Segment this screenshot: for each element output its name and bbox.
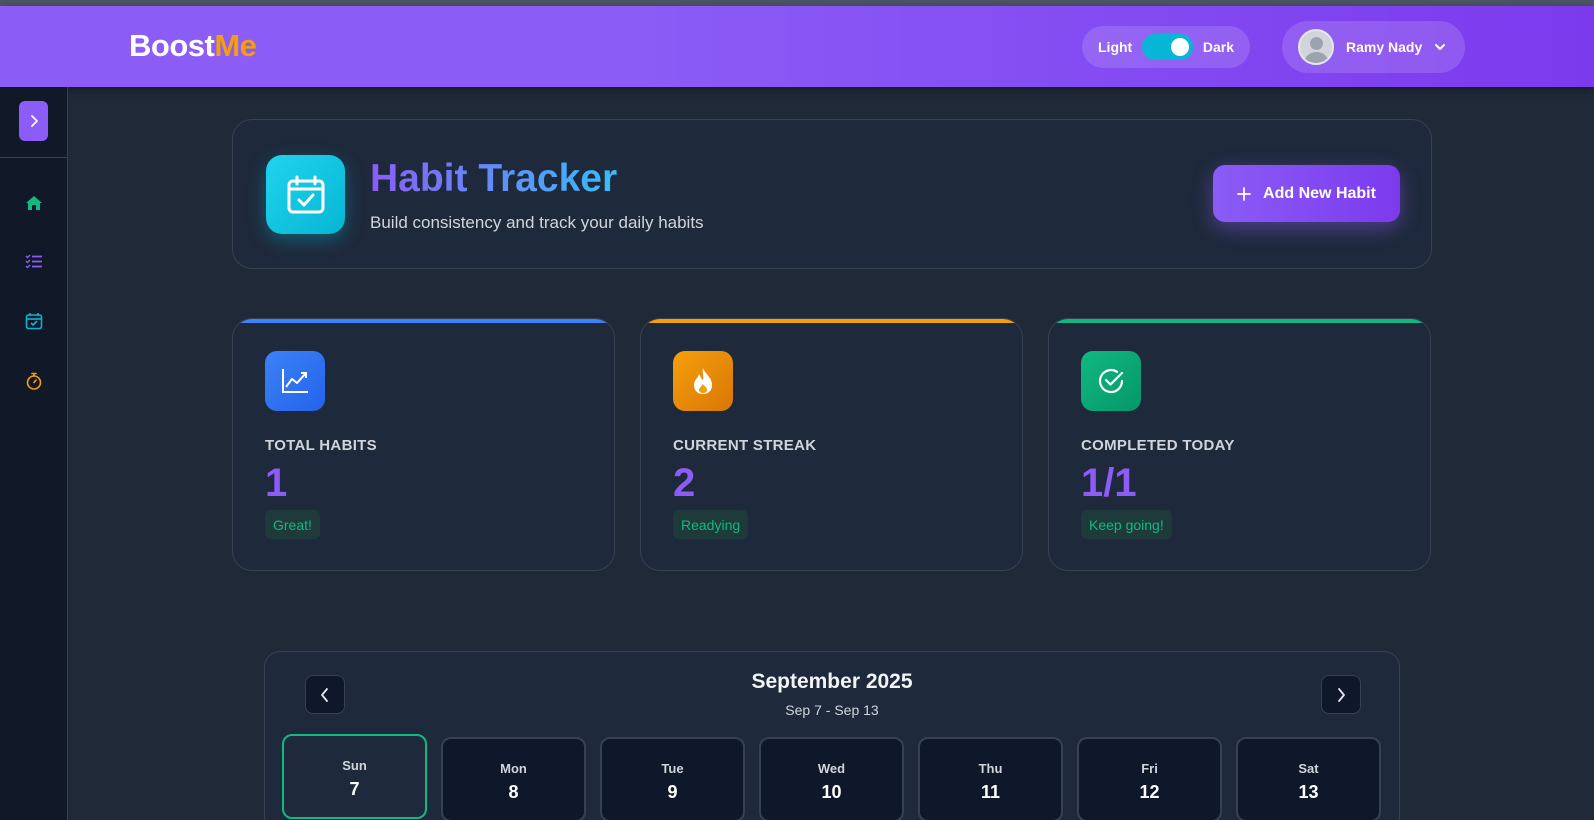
stat-card-current-streak: CURRENT STREAK 2 Readying	[640, 318, 1023, 571]
week-range: Sep 7 - Sep 13	[785, 702, 879, 718]
plus-icon	[1237, 186, 1251, 201]
stat-card-total-habits: TOTAL HABITS 1 Great!	[232, 318, 615, 571]
day-cell-wed[interactable]: Wed 10	[759, 737, 904, 820]
add-new-habit-label: Add New Habit	[1263, 184, 1376, 202]
stat-value: 1/1	[1081, 461, 1137, 505]
next-week-button[interactable]	[1321, 675, 1361, 714]
checklist-icon	[25, 254, 42, 269]
sidebar-item-home[interactable]	[24, 193, 44, 213]
day-cell-mon[interactable]: Mon 8	[441, 737, 586, 820]
sidebar	[0, 87, 68, 820]
day-name: Fri	[1141, 761, 1158, 776]
day-cell-thu[interactable]: Thu 11	[918, 737, 1063, 820]
day-number: 7	[349, 779, 360, 799]
add-new-habit-button[interactable]: Add New Habit	[1213, 165, 1400, 222]
chevron-right-icon	[1338, 687, 1345, 702]
day-number: 10	[821, 782, 842, 802]
habit-tracker-header-card: Habit Tracker Build consistency and trac…	[232, 119, 1432, 269]
status-badge: Readying	[673, 510, 749, 539]
stat-card-completed-today: COMPLETED TODAY 1/1 Keep going!	[1048, 318, 1431, 571]
theme-dark-label: Dark	[1202, 39, 1234, 55]
logo-main: Boost	[129, 28, 215, 63]
stopwatch-icon	[26, 372, 42, 390]
month-title: September 2025	[751, 670, 913, 693]
day-number: 11	[980, 782, 1001, 802]
day-cell-fri[interactable]: Fri 12	[1077, 737, 1222, 820]
stat-accent-bar	[641, 319, 1022, 323]
sidebar-divider	[0, 157, 68, 158]
stat-label: COMPLETED TODAY	[1081, 437, 1235, 454]
trending-chart-icon	[265, 351, 325, 411]
day-name: Wed	[817, 761, 846, 776]
avatar	[1298, 29, 1334, 65]
home-icon	[26, 196, 42, 210]
theme-light-label: Light	[1098, 39, 1133, 55]
stat-accent-bar	[1049, 319, 1430, 323]
top-header: BoostMe Light Dark Ramy Nady	[0, 6, 1594, 87]
day-number: 9	[667, 782, 678, 802]
day-cell-sun[interactable]: Sun 7	[282, 734, 427, 819]
app-logo[interactable]: BoostMe	[129, 28, 257, 64]
week-calendar: September 2025 Sep 7 - Sep 13 Sun 7 Mon …	[264, 651, 1400, 820]
sidebar-item-habits[interactable]	[24, 251, 44, 271]
theme-toggle[interactable]	[1142, 34, 1193, 60]
stat-value: 2	[673, 461, 696, 505]
stat-accent-bar	[233, 319, 614, 323]
day-number: 13	[1298, 782, 1319, 802]
day-name: Sun	[342, 758, 367, 773]
check-circle-icon	[1081, 351, 1141, 411]
day-name: Thu	[978, 761, 1003, 776]
status-badge: Keep going!	[1081, 510, 1172, 539]
chevron-right-icon	[30, 115, 38, 127]
chevron-down-icon	[1435, 44, 1446, 50]
day-number: 12	[1139, 782, 1160, 802]
stat-value: 1	[265, 461, 288, 505]
status-badge: Great!	[265, 510, 320, 539]
day-name: Sat	[1298, 761, 1319, 776]
sidebar-expand-button[interactable]	[19, 101, 48, 141]
toggle-knob	[1170, 38, 1189, 56]
page-title: Habit Tracker	[370, 157, 618, 200]
logo-accent: Me	[214, 28, 257, 63]
stat-label: TOTAL HABITS	[265, 437, 377, 454]
calendar-check-icon	[25, 313, 43, 330]
day-name: Tue	[661, 761, 684, 776]
user-name: Ramy Nady	[1346, 39, 1423, 55]
theme-switcher: Light Dark	[1082, 26, 1250, 68]
day-number: 8	[508, 782, 519, 802]
page-subtitle: Build consistency and track your daily h…	[370, 213, 704, 232]
stat-label: CURRENT STREAK	[673, 437, 817, 454]
day-cell-sat[interactable]: Sat 13	[1236, 737, 1381, 820]
day-cell-tue[interactable]: Tue 9	[600, 737, 745, 820]
sidebar-item-calendar[interactable]	[24, 311, 44, 331]
sidebar-item-timer[interactable]	[24, 371, 44, 391]
flame-icon	[673, 351, 733, 411]
user-menu[interactable]: Ramy Nady	[1282, 21, 1465, 73]
calendar-check-icon	[266, 155, 345, 234]
day-name: Mon	[500, 761, 527, 776]
